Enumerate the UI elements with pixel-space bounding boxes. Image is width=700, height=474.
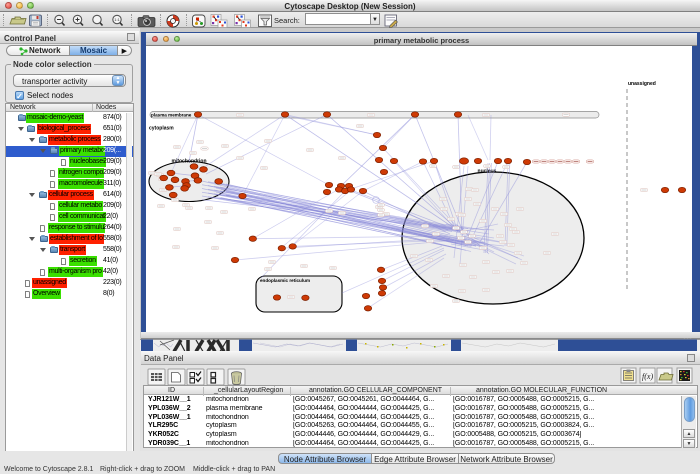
svg-text:unassigned: unassigned [628,81,656,87]
svg-text:endoplasmic reticulum: endoplasmic reticulum [260,278,310,283]
svg-text:f(x): f(x) [642,372,653,381]
svg-text:cytoplasm: cytoplasm [149,126,174,132]
svg-text:1:1: 1:1 [114,17,120,22]
svg-text:plasma membrane: plasma membrane [151,113,192,118]
